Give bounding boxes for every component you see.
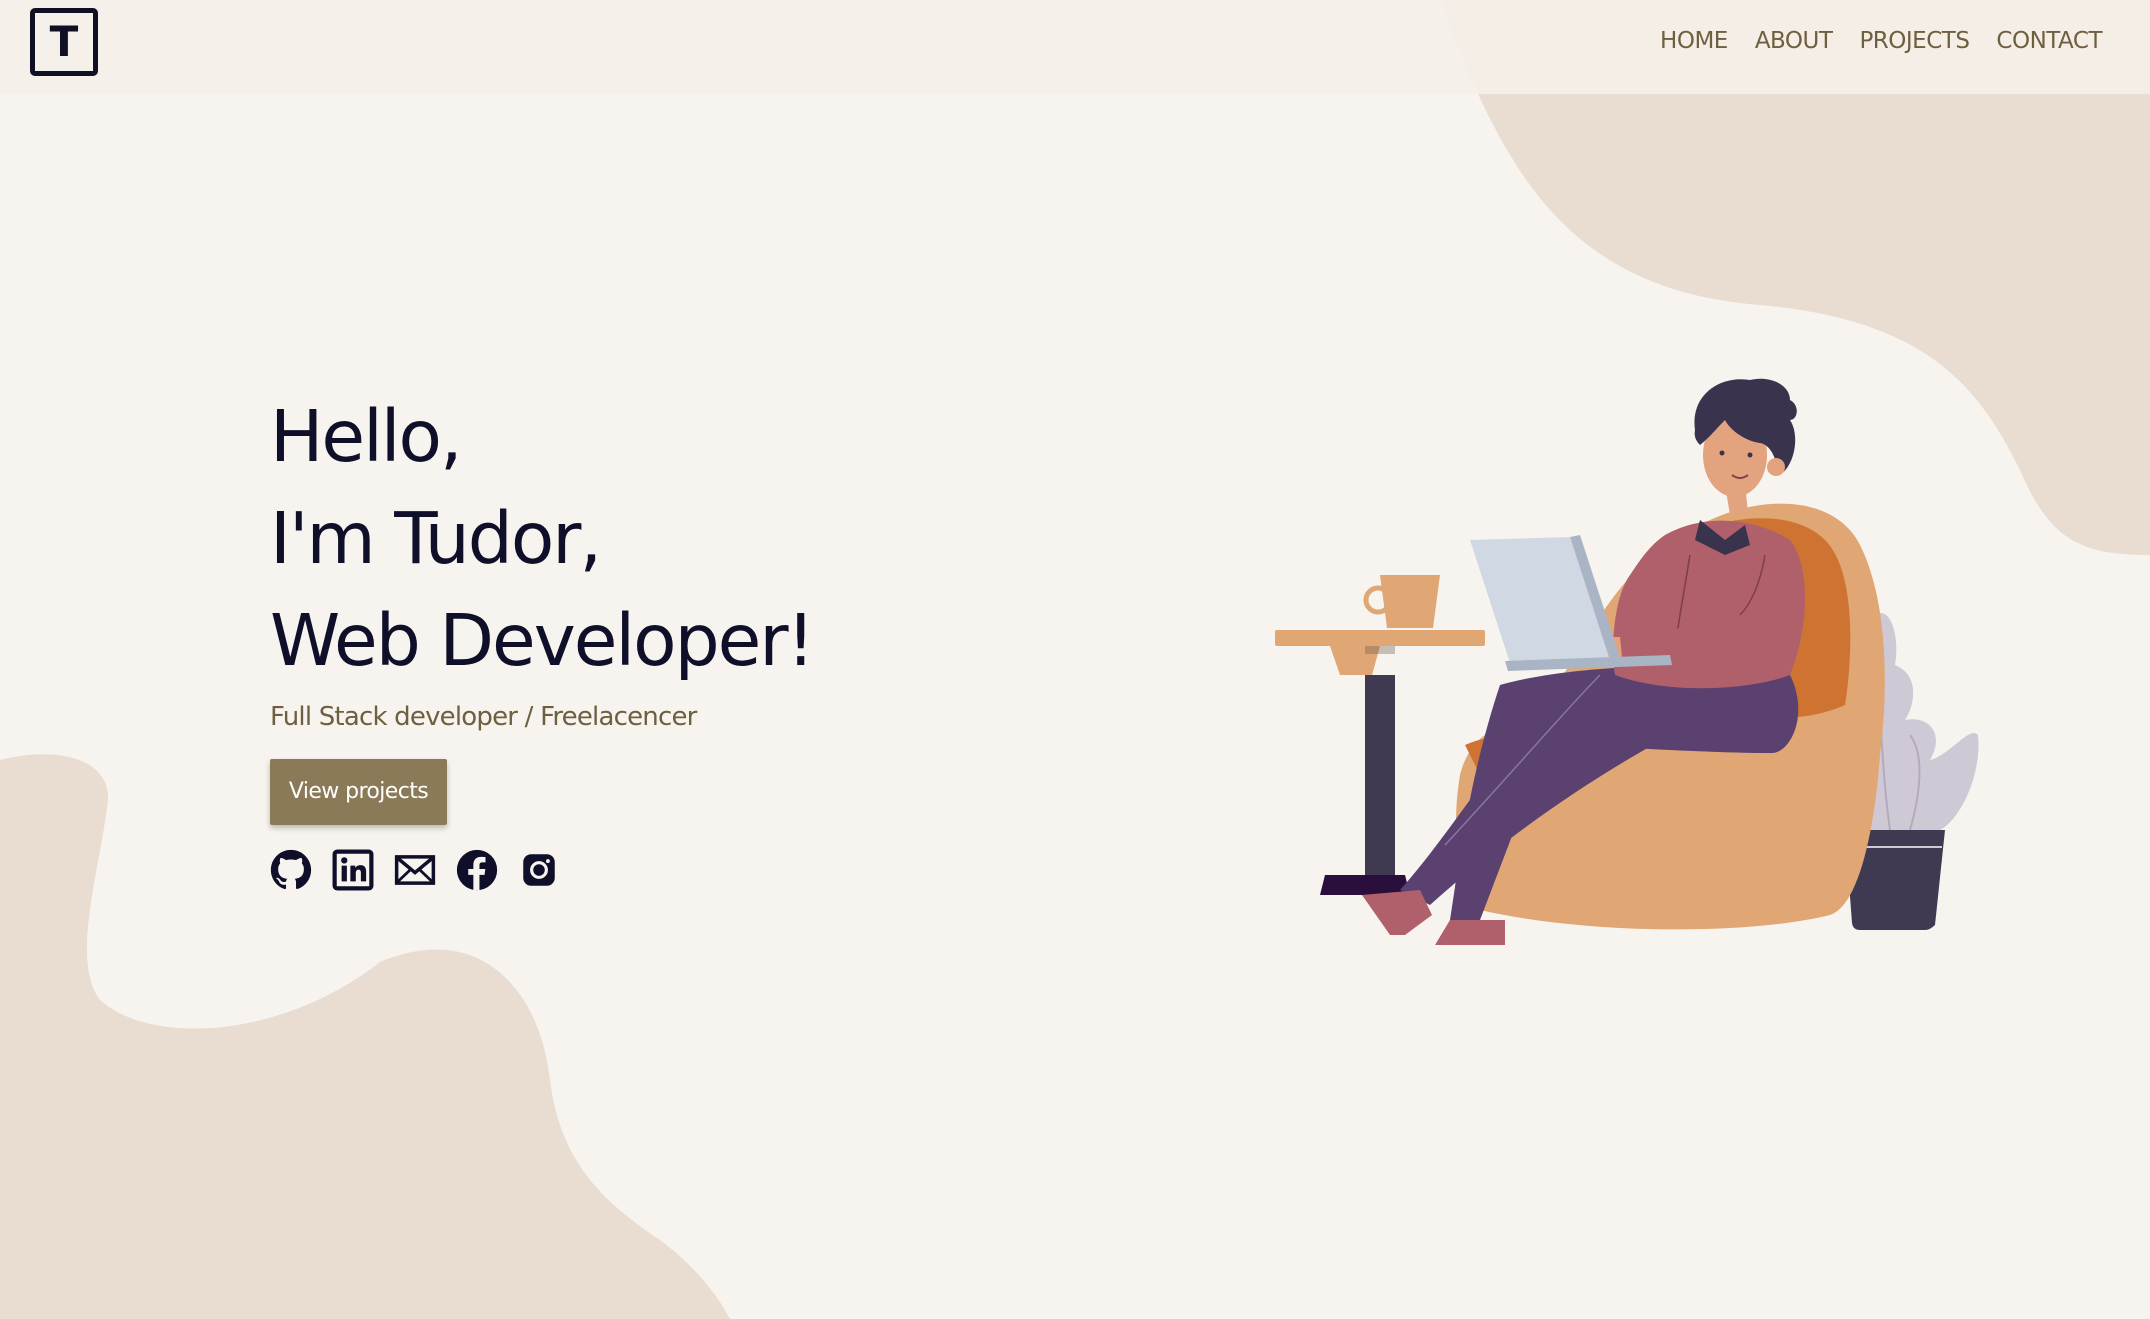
- hero-subtitle: Full Stack developer / Freelacencer: [270, 702, 697, 732]
- nav-projects-link[interactable]: PROJECTS: [1859, 28, 1969, 54]
- main-nav: HOME ABOUT PROJECTS CONTACT: [1660, 28, 2102, 54]
- nav-contact-link[interactable]: CONTACT: [1996, 28, 2102, 54]
- top-navbar: T HOME ABOUT PROJECTS CONTACT: [0, 0, 2150, 94]
- page: T HOME ABOUT PROJECTS CONTACT Hello, I'm…: [0, 0, 2150, 1319]
- facebook-link[interactable]: [456, 849, 498, 891]
- hero-heading-line-1: Hello,: [270, 395, 463, 478]
- instagram-icon: [523, 854, 555, 886]
- github-link[interactable]: [270, 849, 312, 891]
- email-icon: [394, 855, 436, 885]
- social-links: [270, 849, 813, 891]
- github-icon: [270, 849, 312, 890]
- linkedin-icon: [332, 849, 374, 891]
- nav-about-link[interactable]: ABOUT: [1755, 28, 1833, 54]
- email-link[interactable]: [394, 849, 436, 891]
- view-projects-button[interactable]: View projects: [270, 759, 447, 825]
- hero-section: Hello, I'm Tudor, Web Developer! Full St…: [270, 386, 815, 891]
- hero-heading-line-3: Web Developer!: [270, 599, 815, 682]
- hero-heading-line-2: I'm Tudor,: [270, 497, 602, 580]
- linkedin-link[interactable]: [332, 849, 374, 891]
- nav-home-link[interactable]: HOME: [1660, 28, 1728, 54]
- site-logo[interactable]: T: [30, 8, 98, 76]
- instagram-link[interactable]: [518, 849, 560, 891]
- developer-illustration: [1275, 378, 1979, 945]
- facebook-icon: [456, 849, 498, 891]
- person-head-icon: [1694, 378, 1797, 515]
